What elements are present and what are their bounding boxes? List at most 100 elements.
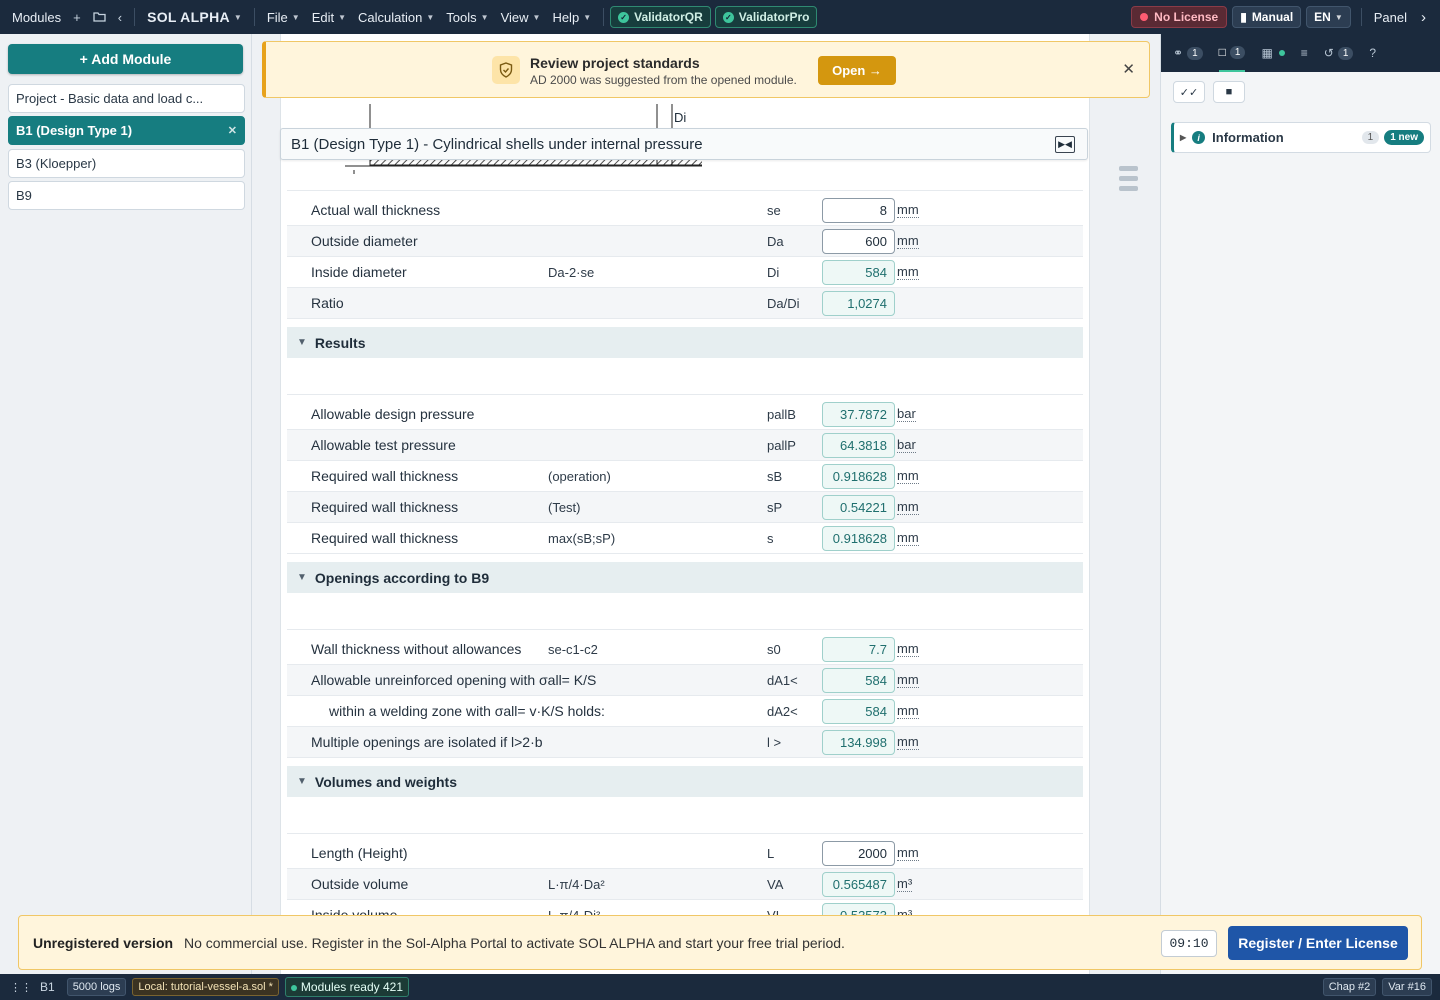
mark-all-read-button[interactable]: ✓✓	[1173, 81, 1205, 103]
menu-calculation-label: Calculation	[358, 9, 423, 25]
panel-tabs: ⚭ 1 □ 1 ▦ ≡ ↺ 1 ?	[1161, 34, 1440, 72]
row-symbol: Da/Di	[767, 295, 800, 311]
row-symbol: sP	[767, 499, 783, 515]
module-item-b1[interactable]: B1 (Design Type 1) ✕	[8, 116, 245, 145]
message-icon: □	[1218, 45, 1226, 59]
sheet-menu-icon[interactable]	[1119, 166, 1138, 196]
va-value: 0.565487	[822, 871, 895, 897]
section-volumes[interactable]: ▼ Volumes and weights	[287, 766, 1083, 797]
tab-history[interactable]: ↺ 1	[1324, 34, 1354, 72]
drawing-label-di: Di	[674, 110, 687, 125]
spacer-row	[287, 799, 1083, 834]
variant-chip[interactable]: Var #16	[1382, 978, 1432, 996]
folder-icon[interactable]	[87, 10, 112, 25]
chevron-down-icon: ▼	[291, 12, 300, 22]
menu-tools[interactable]: Tools ▼	[440, 0, 494, 34]
file-chip[interactable]: Local: tutorial-vessel-a.sol *	[132, 978, 279, 996]
chapter-chip[interactable]: Chap #2	[1322, 978, 1377, 996]
unregistered-message: No commercial use. Register in the Sol-A…	[184, 934, 845, 951]
panel-label: Panel	[1373, 9, 1407, 25]
validator-qr-label: ValidatorQR	[634, 10, 703, 24]
status-bar: ⋮⋮ B1 5000 logs Local: tutorial-vessel-a…	[0, 974, 1440, 1000]
no-license-button[interactable]: No License	[1131, 6, 1228, 28]
section-title: Results	[314, 334, 366, 351]
module-item-b9[interactable]: B9	[8, 181, 245, 210]
menu-file[interactable]: File ▼	[261, 0, 306, 34]
information-group[interactable]: ▶ i Information 1 1 new	[1171, 122, 1431, 153]
close-icon[interactable]: ✕	[1122, 60, 1135, 78]
menu-edit[interactable]: Edit ▼	[306, 0, 352, 34]
tab-links[interactable]: ⚭ 1	[1173, 34, 1203, 72]
add-module-button[interactable]: + Add Module	[8, 44, 243, 74]
help-icon: ?	[1369, 46, 1377, 60]
section-openings[interactable]: ▼ Openings according to B9	[287, 562, 1083, 593]
chevron-down-icon: ▼	[338, 12, 347, 22]
chevron-down-icon: ▼	[532, 12, 541, 22]
tab-badge: 1	[1337, 46, 1354, 60]
collapse-icon[interactable]: ▶◀	[1055, 136, 1075, 153]
tab-messages[interactable]: □ 1	[1218, 34, 1246, 72]
row-label: within a welding zone with σall= v·K/S h…	[329, 703, 605, 719]
row-symbol: s	[767, 530, 774, 546]
row-sb: Required wall thickness (operation) sB 0…	[287, 461, 1083, 492]
spacer-row	[287, 360, 1083, 395]
close-icon[interactable]: ✕	[228, 124, 237, 137]
row-unit: mm	[897, 467, 919, 484]
chevron-down-icon: ▼	[297, 337, 307, 348]
chevron-down-icon: ▼	[1334, 12, 1343, 22]
top-bar: Modules + ‹ SOL ALPHA ▼ File ▼ Edit ▼ Calcu…	[0, 0, 1440, 34]
row-label: Outside diameter	[311, 233, 418, 249]
logs-chip[interactable]: 5000 logs	[66, 978, 127, 996]
divider	[253, 8, 255, 26]
section-results[interactable]: ▼ Results	[287, 327, 1083, 358]
module-item-project[interactable]: Project - Basic data and load c...	[8, 84, 245, 113]
row-label: Inside diameter	[311, 264, 407, 280]
da-input[interactable]: 600	[822, 228, 895, 254]
row-symbol: Di	[767, 264, 780, 280]
validator-pro-button[interactable]: ✓ ValidatorPro	[714, 6, 818, 28]
language-select[interactable]: EN ▼	[1306, 6, 1351, 28]
book-icon: ▮	[1240, 10, 1247, 24]
s-value: 0.918628	[822, 525, 895, 551]
row-symbol: dA1<	[767, 672, 798, 688]
module-item-b3[interactable]: B3 (Kloepper)	[8, 149, 245, 178]
tab-help[interactable]: ?	[1369, 34, 1376, 72]
brand-menu[interactable]: SOL ALPHA ▼	[141, 0, 248, 34]
new-badge: 1 new	[1384, 130, 1424, 145]
unregistered-banner: Unregistered version No commercial use. …	[18, 915, 1422, 970]
row-length: Length (Height) L 2000 mm	[287, 838, 1083, 869]
row-sp: Required wall thickness (Test) sP 0.5422…	[287, 492, 1083, 523]
validator-qr-button[interactable]: ✓ ValidatorQR	[610, 6, 711, 28]
row-unit: bar	[897, 405, 916, 422]
no-license-label: No License	[1154, 10, 1219, 24]
tab-structure[interactable]: ≡	[1301, 34, 1308, 72]
menu-view[interactable]: View ▼	[495, 0, 547, 34]
se-input[interactable]: 8	[822, 197, 895, 223]
collapse-left-icon[interactable]: ‹	[112, 10, 128, 25]
row-label: Actual wall thickness	[311, 202, 441, 218]
add-icon[interactable]: +	[67, 10, 87, 25]
trash-icon: ■	[1225, 86, 1233, 98]
menu-help[interactable]: Help ▼	[546, 0, 597, 34]
menu-help-label: Help	[552, 9, 580, 25]
manual-button[interactable]: ▮ Manual	[1232, 6, 1302, 28]
row-label: Outside volume	[311, 876, 409, 892]
modules-menu[interactable]: Modules	[0, 0, 67, 34]
row-unit: mm	[897, 671, 919, 688]
menu-calculation[interactable]: Calculation ▼	[352, 0, 440, 34]
tab-calculator[interactable]: ▦	[1261, 34, 1285, 72]
open-standards-button[interactable]: Open →	[818, 56, 896, 85]
shield-check-icon	[492, 56, 520, 84]
panel-toggle[interactable]: Panel ›	[1368, 0, 1440, 34]
delete-button[interactable]: ■	[1213, 81, 1245, 103]
row-va: Outside volume L·π/4·Da² VA 0.565487 m³	[287, 869, 1083, 900]
tab-badge: 1	[1187, 46, 1203, 60]
row-unit: mm	[897, 201, 919, 218]
row-formula: se-c1-c2	[548, 641, 598, 657]
alert-dot-icon	[1140, 13, 1149, 21]
register-license-button[interactable]: Register / Enter License	[1228, 926, 1408, 960]
menu-edit-label: Edit	[311, 9, 335, 25]
modules-ready-chip: Modules ready 421	[284, 977, 409, 997]
row-unit: mm	[897, 529, 919, 546]
length-input[interactable]: 2000	[822, 840, 895, 866]
